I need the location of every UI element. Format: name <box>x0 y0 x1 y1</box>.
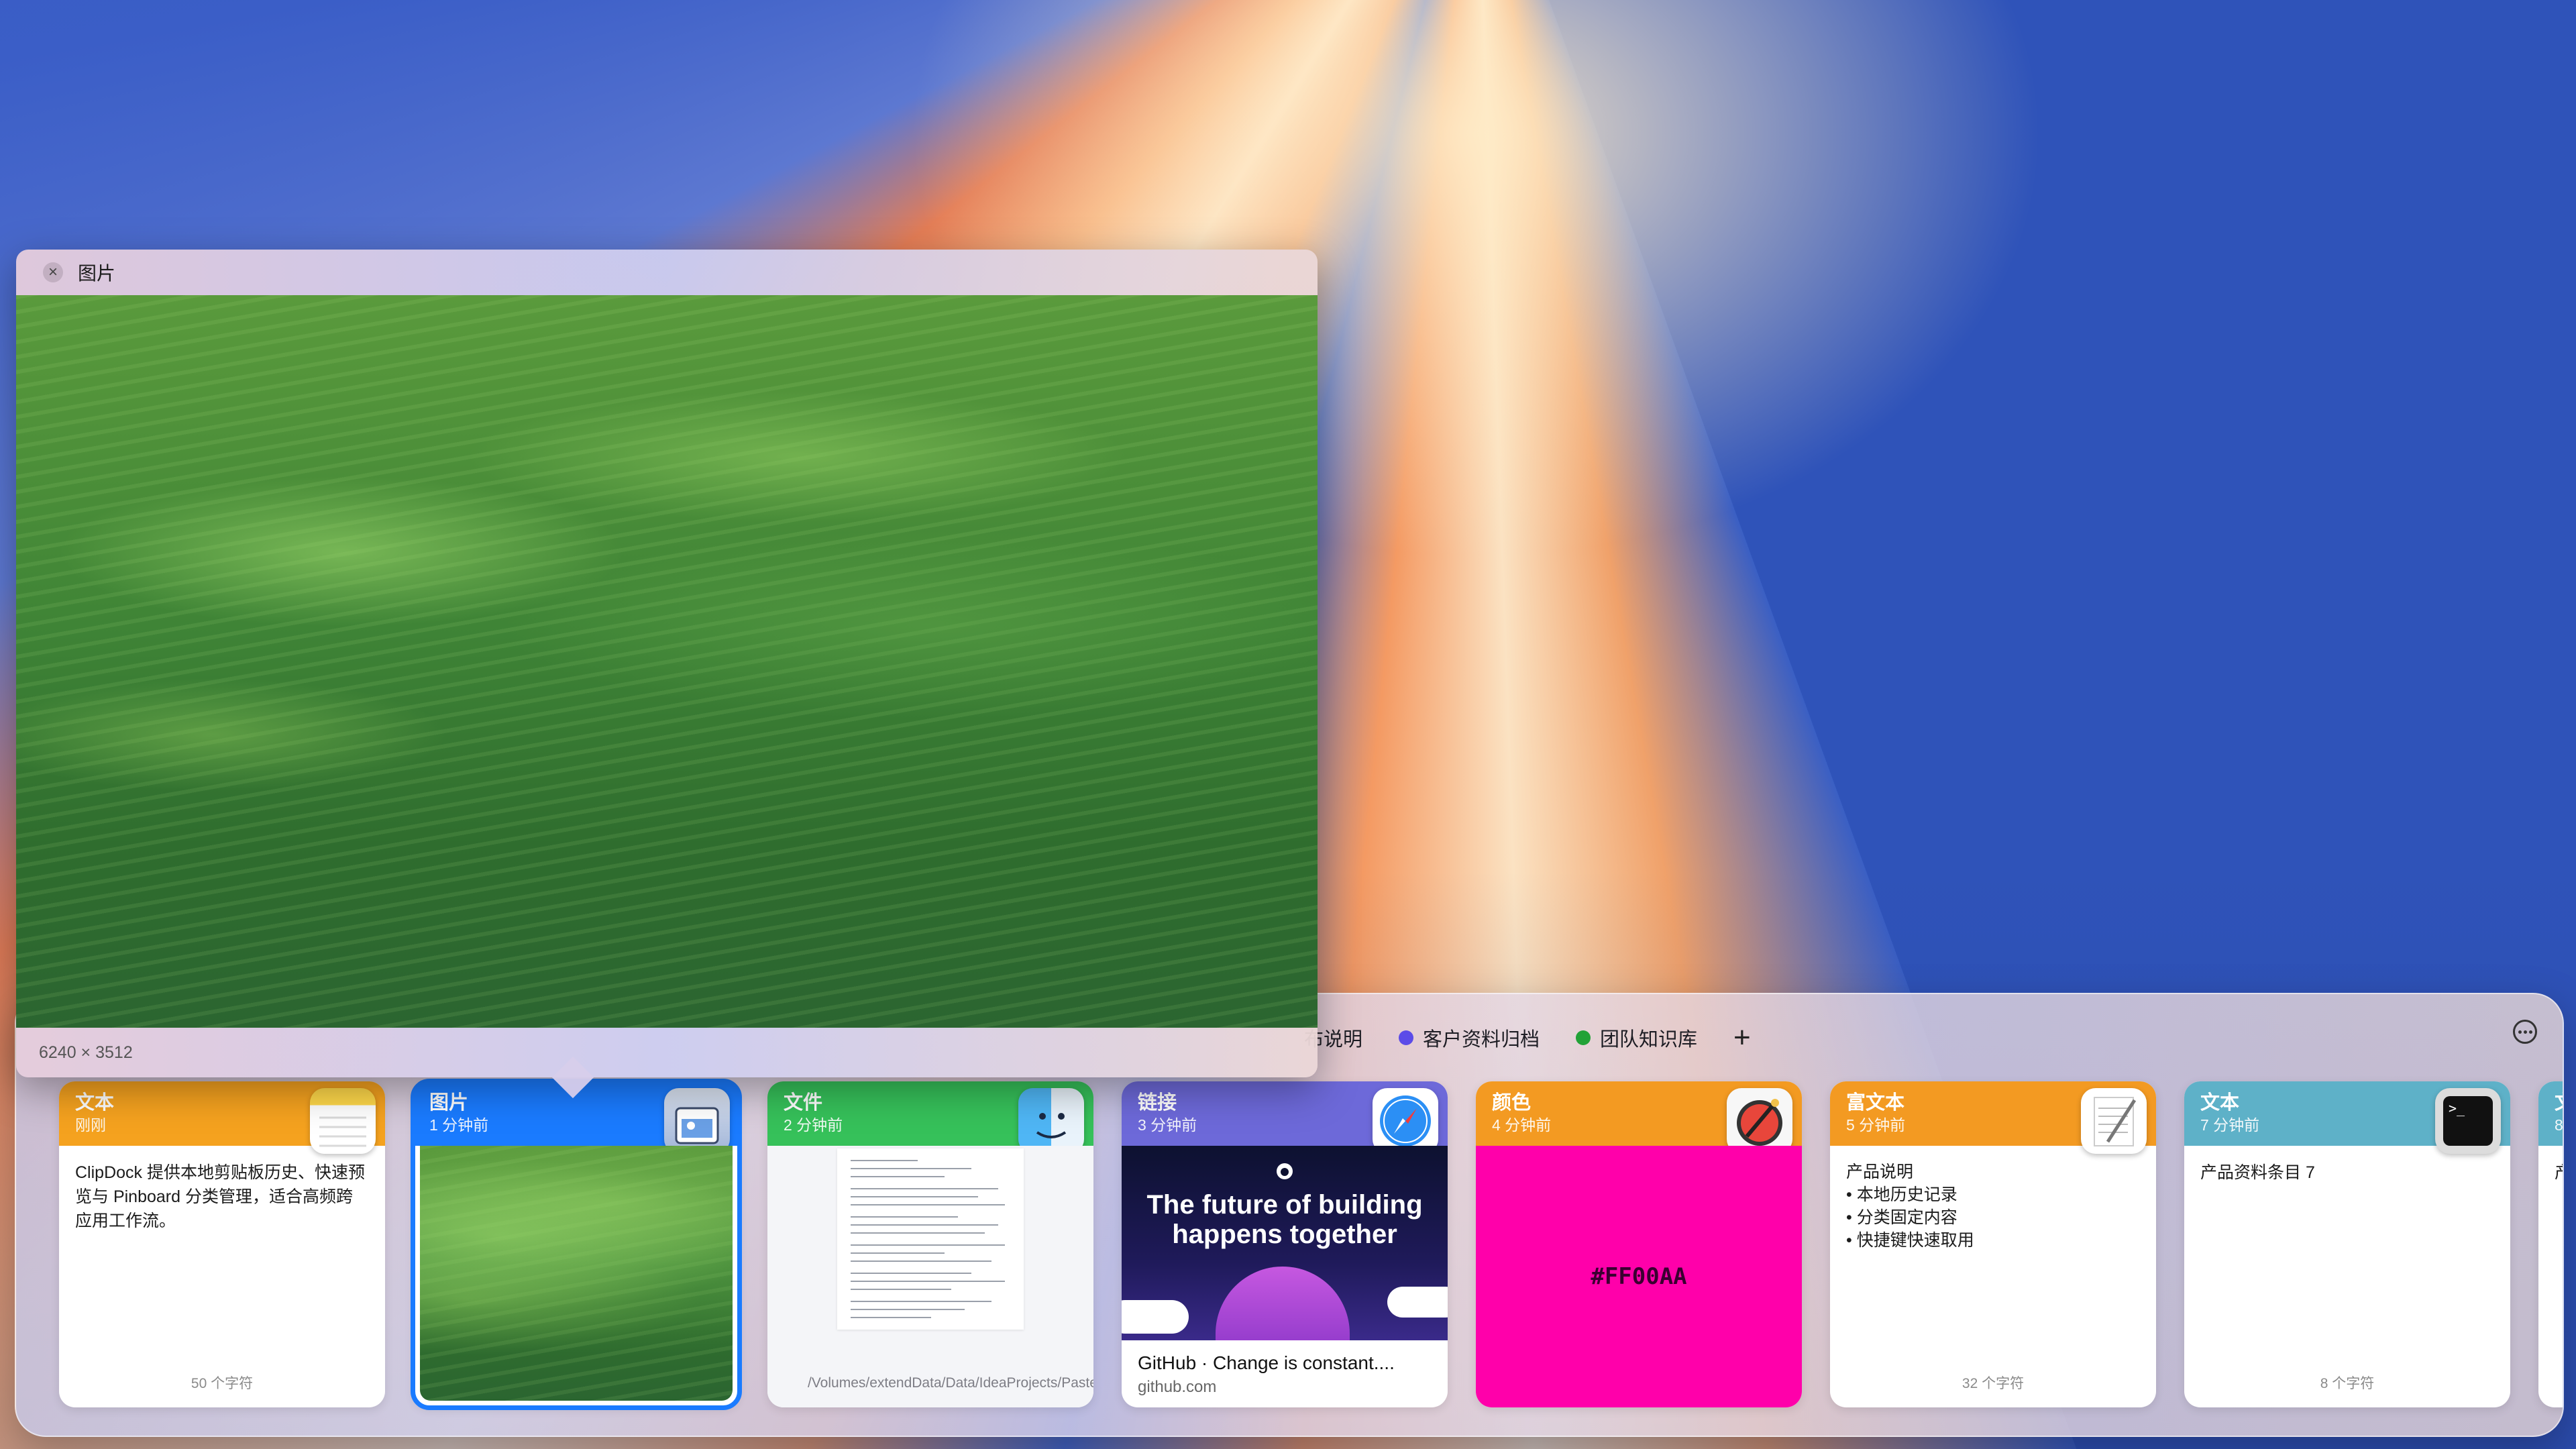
tab-label: 客户资料归档 <box>1423 1029 1540 1051</box>
clip-card-color[interactable]: 颜色 4 分钟前 #FF00AA <box>1476 1081 1802 1407</box>
safari-icon <box>1373 1088 1438 1154</box>
link-domain: github.com <box>1138 1378 1217 1396</box>
card-header: 链接 3 分钟前 <box>1122 1081 1448 1154</box>
link-title: GitHub · Change is constant.... <box>1138 1352 1395 1373</box>
clip-card-text[interactable]: 文本 8 分钟前 产品 <box>2538 1081 2563 1407</box>
rich-text-line: 产品说明 <box>1846 1163 1914 1181</box>
card-preview-text: 产品 <box>2538 1146 2563 1199</box>
color-hex-value: #FF00AA <box>1591 1263 1687 1290</box>
rich-text-preview: 产品说明 • 本地历史记录 • 分类固定内容 • 快捷键快速取用 <box>1830 1146 2156 1267</box>
notes-icon <box>310 1088 376 1154</box>
popover-title: 图片 <box>78 263 116 284</box>
clip-card-file[interactable]: 文件 2 分钟前 /Volumes/extendData/Data/IdeaPr… <box>767 1081 1093 1407</box>
preview-image <box>16 295 1318 1028</box>
char-count: 8 个字符 <box>2320 1376 2375 1391</box>
link-preview-image: The future of building happens together <box>1122 1146 1448 1340</box>
popover-footer: 6240 × 3512 <box>16 1028 1318 1077</box>
pinboard-tabs: 布说明 客户资料归档 团队知识库 + <box>1304 1014 1751 1061</box>
clip-card-link[interactable]: 链接 3 分钟前 The future of building happens … <box>1122 1081 1448 1407</box>
color-picker-icon <box>1727 1088 1792 1154</box>
textedit-icon <box>2081 1088 2147 1154</box>
char-count: 32 个字符 <box>1962 1376 2025 1391</box>
file-preview-thumbnail <box>837 1148 1024 1330</box>
tab-color-dot <box>1576 1030 1591 1045</box>
card-timestamp: 8 分钟前 <box>2555 1116 2563 1134</box>
card-preview-text: ClipDock 提供本地剪贴板历史、快速预览与 Pinboard 分类管理，适… <box>75 1163 365 1230</box>
clip-card-text[interactable]: 文本 刚刚 ClipDock 提供本地剪贴板历史、快速预览与 Pinboard … <box>59 1081 385 1407</box>
close-icon[interactable]: × <box>43 262 63 282</box>
more-options-button[interactable] <box>2513 1020 2537 1044</box>
file-path: /Volumes/extendData/Data/IdeaProjects/Pa… <box>808 1375 1093 1391</box>
char-count: 50 个字符 <box>191 1376 254 1391</box>
clip-card-text[interactable]: 文本 7 分钟前 >_ 产品资料条目 7 8 个字符 <box>2184 1081 2510 1407</box>
finder-icon <box>1018 1088 1084 1154</box>
link-headline: The future of building happens together <box>1146 1190 1423 1249</box>
rich-text-line: • 分类固定内容 <box>1846 1208 1957 1227</box>
clip-card-list: 文本 刚刚 ClipDock 提供本地剪贴板历史、快速预览与 Pinboard … <box>43 1079 2563 1410</box>
terminal-icon: >_ <box>2435 1088 2501 1154</box>
tab-color-dot <box>1399 1030 1414 1045</box>
tab-label: 团队知识库 <box>1600 1029 1698 1051</box>
card-header: 文本 刚刚 <box>59 1081 385 1154</box>
card-header: 文本 7 分钟前 >_ <box>2184 1081 2510 1154</box>
image-preview-popover: × 图片 6240 × 3512 <box>16 250 1318 1099</box>
card-type-label: 文本 <box>2555 1091 2563 1115</box>
clip-card-image[interactable]: 图片 1 分钟前 <box>411 1079 742 1410</box>
popover-titlebar: × 图片 <box>16 250 1318 295</box>
rich-text-line: • 快捷键快速取用 <box>1846 1231 1974 1250</box>
rich-text-line: • 本地历史记录 <box>1846 1185 1957 1204</box>
mascot-illustration <box>1216 1267 1350 1340</box>
card-header: 富文本 5 分钟前 <box>1830 1081 2156 1154</box>
clip-card-rich-text[interactable]: 富文本 5 分钟前 产品说明 • 本地历史记录 • 分类固定内容 • 快捷键快速… <box>1830 1081 2156 1407</box>
image-thumbnail <box>420 1146 733 1401</box>
card-preview-text: 产品资料条目 7 <box>2200 1163 2315 1182</box>
color-swatch: #FF00AA <box>1476 1146 1802 1407</box>
add-pinboard-button[interactable]: + <box>1733 1023 1751 1053</box>
preview-icon <box>664 1088 730 1154</box>
image-dimensions: 6240 × 3512 <box>39 1042 133 1062</box>
card-header: 文本 8 分钟前 <box>2538 1081 2563 1146</box>
tab-team-knowledge[interactable]: 团队知识库 <box>1576 1024 1697 1052</box>
tab-client-archive[interactable]: 客户资料归档 <box>1399 1024 1540 1052</box>
card-header: 颜色 4 分钟前 <box>1476 1081 1802 1154</box>
github-logo-icon <box>1122 1162 1448 1184</box>
card-header: 文件 2 分钟前 <box>767 1081 1093 1154</box>
